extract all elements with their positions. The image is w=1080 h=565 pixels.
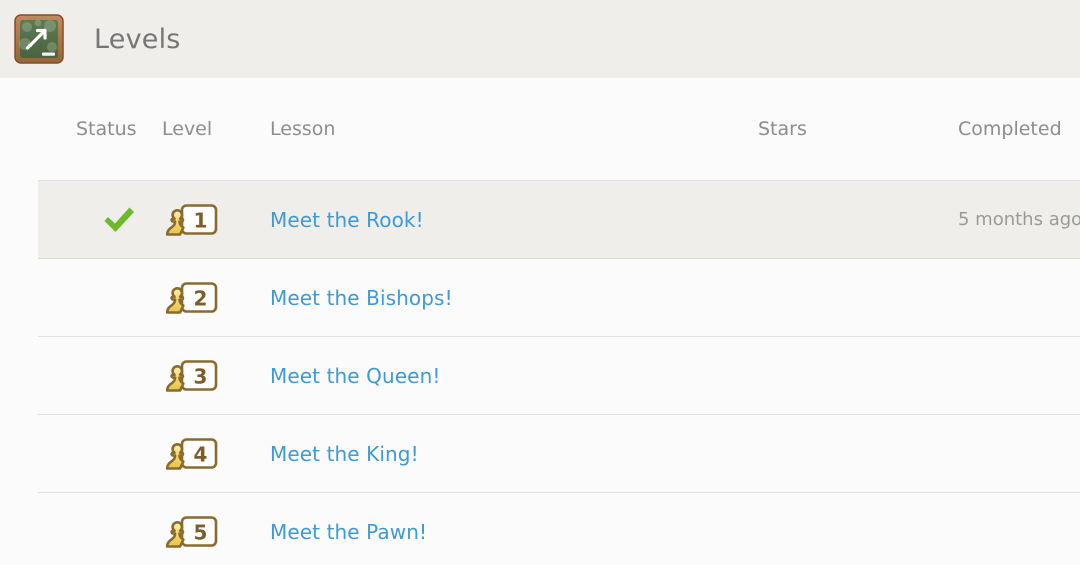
cell-lesson: Meet the King! bbox=[254, 414, 730, 493]
completed-timestamp: 5 months ago bbox=[958, 209, 1080, 230]
cell-completed bbox=[934, 336, 1080, 415]
table-header-row: Status Level Lesson Stars Completed bbox=[38, 78, 1080, 181]
cell-level: 5 bbox=[162, 492, 254, 565]
cell-level: 4 bbox=[162, 414, 254, 493]
column-header-stars: Stars bbox=[730, 78, 934, 181]
column-header-lesson: Lesson bbox=[254, 78, 730, 181]
level-number: 4 bbox=[194, 442, 208, 466]
cell-lesson: Meet the Bishops! bbox=[254, 258, 730, 337]
cell-level: 1 bbox=[162, 180, 254, 259]
cell-status bbox=[38, 180, 162, 259]
cell-level: 3 bbox=[162, 336, 254, 415]
cell-status bbox=[38, 492, 162, 565]
lesson-link[interactable]: Meet the Rook! bbox=[270, 208, 424, 232]
cell-stars bbox=[730, 258, 934, 337]
cell-stars bbox=[730, 180, 934, 259]
table-row[interactable]: 3 Meet the Queen! bbox=[38, 336, 1080, 415]
levels-table: Status Level Lesson Stars Completed 1 Me… bbox=[38, 78, 1080, 565]
column-header-completed: Completed bbox=[934, 78, 1080, 181]
cell-lesson: Meet the Rook! bbox=[254, 180, 730, 259]
table-row[interactable]: 5 Meet the Pawn! bbox=[38, 492, 1080, 565]
level-badge-icon: 3 bbox=[165, 359, 218, 392]
cell-completed: 5 months ago bbox=[934, 180, 1080, 259]
level-number: 3 bbox=[194, 364, 208, 388]
level-number: 2 bbox=[194, 286, 208, 310]
chalkboard-arrow-icon bbox=[14, 14, 64, 64]
table-row[interactable]: 1 Meet the Rook! 5 months ago bbox=[38, 180, 1080, 259]
column-header-level: Level bbox=[162, 78, 254, 181]
cell-lesson: Meet the Queen! bbox=[254, 336, 730, 415]
cell-status bbox=[38, 414, 162, 493]
column-header-status: Status bbox=[38, 78, 162, 181]
level-badge-icon: 1 bbox=[165, 203, 218, 236]
cell-level: 2 bbox=[162, 258, 254, 337]
cell-status bbox=[38, 258, 162, 337]
level-number: 1 bbox=[194, 208, 208, 232]
table-row[interactable]: 2 Meet the Bishops! bbox=[38, 258, 1080, 337]
cell-stars bbox=[730, 336, 934, 415]
table-row[interactable]: 4 Meet the King! bbox=[38, 414, 1080, 493]
lesson-link[interactable]: Meet the Pawn! bbox=[270, 520, 427, 544]
level-badge-icon: 4 bbox=[165, 437, 218, 470]
level-number: 5 bbox=[194, 520, 208, 544]
lesson-link[interactable]: Meet the Queen! bbox=[270, 364, 440, 388]
cell-stars bbox=[730, 492, 934, 565]
levels-table-wrap: Status Level Lesson Stars Completed 1 Me… bbox=[0, 78, 1080, 565]
cell-lesson: Meet the Pawn! bbox=[254, 492, 730, 565]
cell-stars bbox=[730, 414, 934, 493]
cell-completed bbox=[934, 258, 1080, 337]
lesson-link[interactable]: Meet the King! bbox=[270, 442, 419, 466]
green-check-icon bbox=[104, 207, 134, 232]
cell-completed bbox=[934, 492, 1080, 565]
lesson-link[interactable]: Meet the Bishops! bbox=[270, 286, 453, 310]
app-header: Levels bbox=[0, 0, 1080, 78]
table-body: 1 Meet the Rook! 5 months ago 2 Meet the … bbox=[38, 180, 1080, 565]
level-badge-icon: 5 bbox=[165, 515, 218, 548]
cell-completed bbox=[934, 414, 1080, 493]
page-title: Levels bbox=[94, 23, 181, 55]
cell-status bbox=[38, 336, 162, 415]
level-badge-icon: 2 bbox=[165, 281, 218, 314]
